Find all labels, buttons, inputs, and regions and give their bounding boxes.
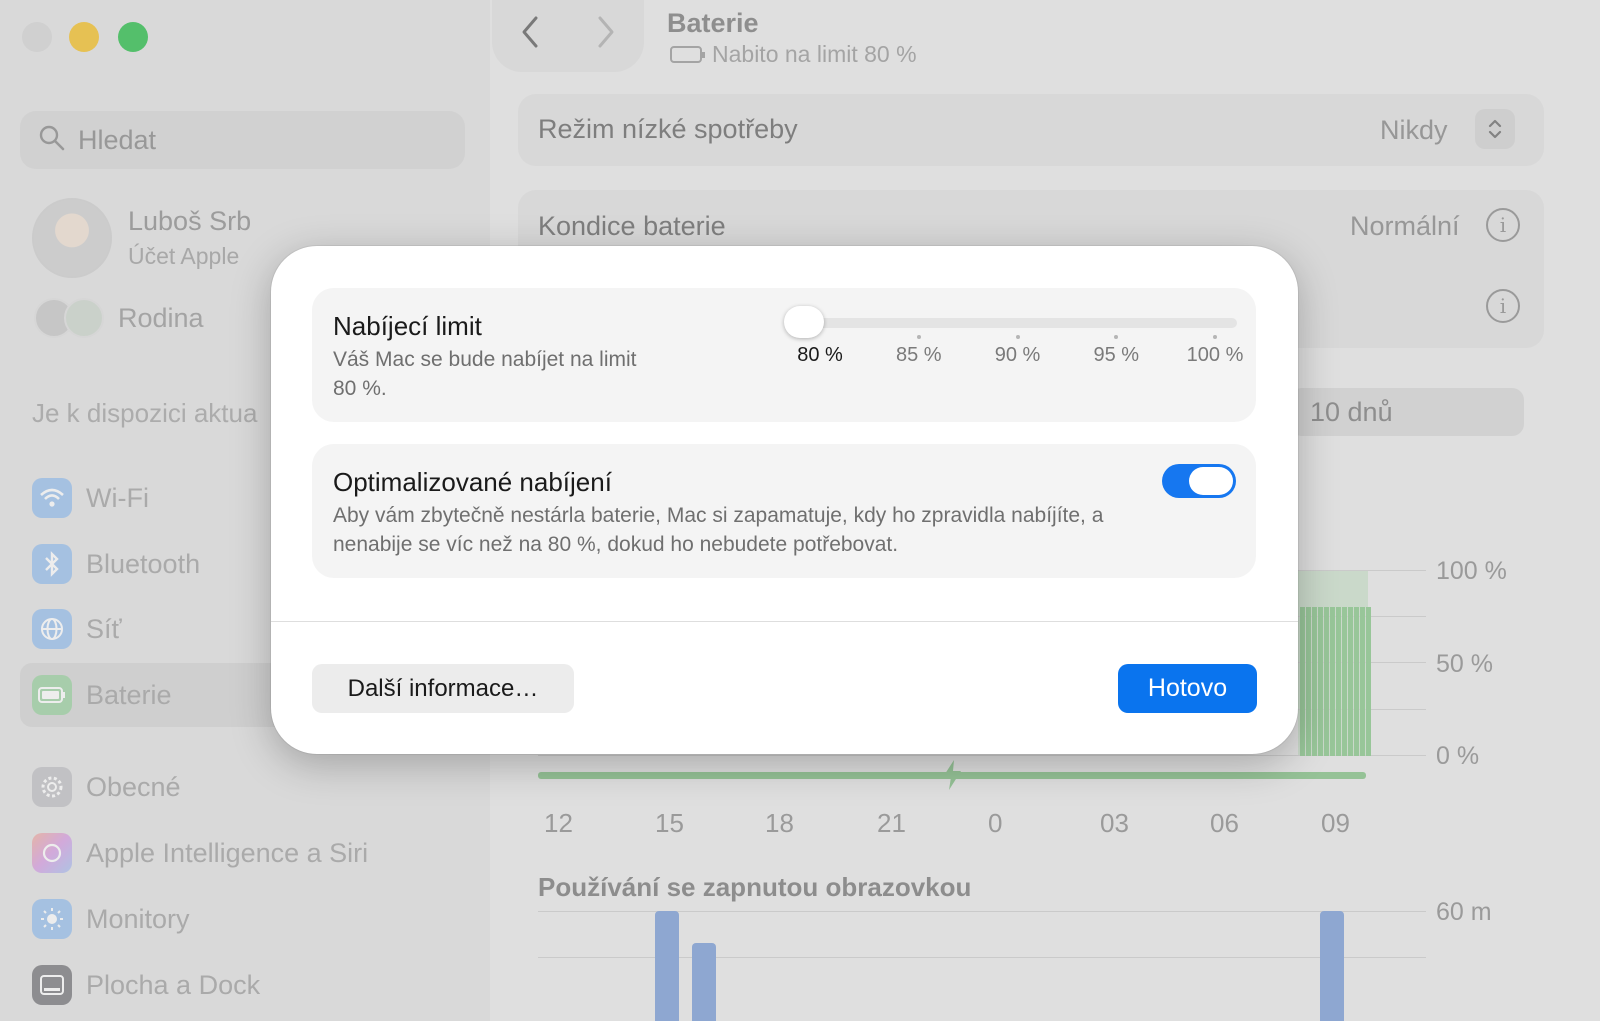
slider-option-label: 80 % bbox=[797, 344, 843, 366]
slider-knob[interactable] bbox=[784, 306, 824, 338]
divider bbox=[271, 621, 1298, 622]
more-info-button[interactable]: Další informace… bbox=[312, 664, 574, 713]
optimized-charging-title: Optimalizované nabíjení bbox=[333, 467, 612, 497]
charge-limit-slider[interactable] bbox=[800, 318, 1237, 328]
optimized-charging-panel: Optimalizované nabíjení Aby vám zbytečně… bbox=[312, 444, 1256, 578]
slider-tick bbox=[916, 335, 921, 339]
slider-tick bbox=[1213, 335, 1217, 339]
optimized-charging-description: Aby vám zbytečně nestárla baterie, Mac s… bbox=[333, 504, 1104, 556]
done-button[interactable]: Hotovo bbox=[1118, 664, 1257, 713]
charge-limit-panel: Nabíjecí limit Váš Mac se bude nabíjet n… bbox=[312, 288, 1256, 422]
optimized-charging-toggle[interactable] bbox=[1162, 464, 1236, 498]
slider-option-label: 90 % bbox=[994, 344, 1041, 366]
slider-tick bbox=[1114, 335, 1119, 339]
charge-limit-title: Nabíjecí limit bbox=[333, 311, 482, 341]
slider-option-label: 100 % bbox=[1186, 344, 1244, 366]
slider-option-label: 95 % bbox=[1093, 344, 1140, 366]
charging-options-sheet: Nabíjecí limit Váš Mac se bude nabíjet n… bbox=[271, 246, 1298, 754]
charge-limit-description: Váš Mac se bude nabíjet na limit 80 %. bbox=[333, 348, 637, 400]
slider-tick bbox=[1015, 335, 1020, 339]
slider-option-label: 85 % bbox=[895, 344, 942, 366]
toggle-knob bbox=[1189, 467, 1233, 495]
